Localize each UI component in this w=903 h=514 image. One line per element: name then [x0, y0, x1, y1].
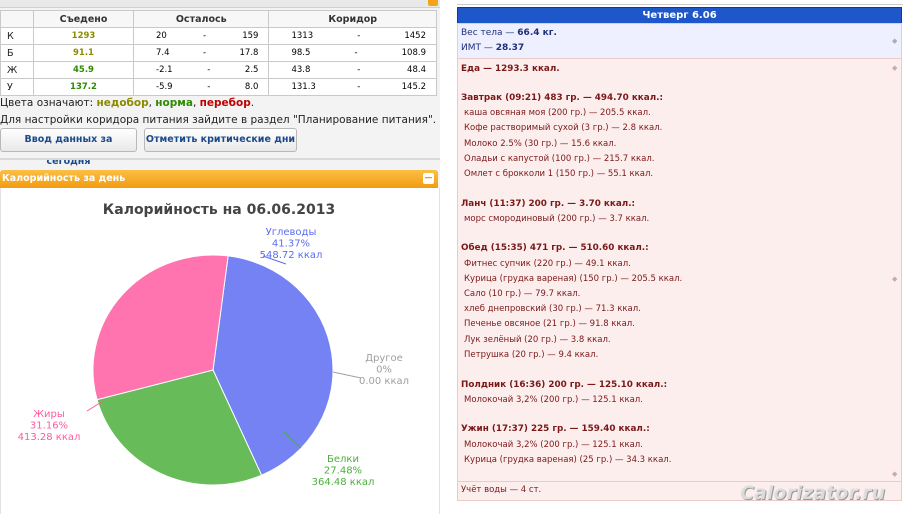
food-item: Сало (10 гр.) — 79.7 ккал.: [464, 289, 581, 300]
legend-over: перебор: [199, 97, 251, 109]
right-column: Четверг 6.06 Вес тела — 66.4 кг. ИМТ — 2…: [454, 0, 903, 514]
row-label: У: [0, 78, 34, 96]
food-item: Молоко 2.5% (30 гр.) — 15.6 ккал.: [464, 138, 617, 149]
eaten-value: 45.9: [33, 61, 134, 79]
calorie-panel-header: Калорийность за день −: [0, 170, 438, 188]
header-eaten: Съедено: [33, 10, 134, 28]
bmi-value: 28.37: [495, 43, 525, 53]
food-item: Кофе растворимый сухой (3 гр.) — 2.8 кка…: [464, 123, 663, 134]
scroll-arrow-icon[interactable]: ◆: [892, 471, 898, 478]
corridor-range: 1313-1452: [268, 27, 437, 45]
scroll-arrow-icon[interactable]: ◆: [892, 65, 898, 72]
pie-label-0-name: Углеводы: [266, 227, 317, 238]
pie-label-2-name: Белки: [327, 454, 359, 465]
food-item: Курица (грудка вареная) (150 гр.) — 205.…: [464, 273, 683, 284]
table-header-row: Съедено Осталось Коридор: [0, 10, 437, 28]
meal-title: Завтрак (09:21) 483 гр. — 494.70 ккал.:: [461, 93, 663, 103]
table-row: К 1293 20-159 1313-1452: [0, 27, 437, 45]
pie-label-3-value_label: 413.28 ккал: [18, 432, 81, 443]
left-range: 20-159: [132, 27, 270, 45]
legend-norm: норма: [155, 97, 193, 109]
corridor-range: 98.5-108.9: [268, 44, 437, 62]
divider: [0, 158, 440, 160]
food-item: Оладьи с капустой (100 гр.) — 215.7 ккал…: [464, 153, 655, 164]
eaten-value: 1293: [33, 27, 134, 45]
food-item: хлеб днепровский (30 гр.) — 71.3 ккал.: [464, 304, 641, 315]
food-item: Петрушка (20 гр.) — 9.4 ккал.: [464, 349, 599, 360]
left-range: 7.4-17.8: [132, 44, 270, 62]
corridor-range: 131.3-145.2: [268, 78, 437, 96]
meal-title: Ужин (17:37) 225 гр. — 159.40 ккал.:: [461, 424, 650, 435]
food-item: Омлет с брокколи 1 (150 гр.) — 55.1 ккал…: [464, 169, 654, 179]
food-item: Фитнес супчик (220 гр.) — 49.1 ккал.: [464, 258, 631, 269]
pie-label-0-percent_label: 41.37%: [272, 239, 310, 250]
pie-label-1-percent_label: 0%: [376, 365, 392, 376]
pie-label-2-value_label: 364.48 ккал: [312, 477, 375, 488]
nutrition-table: Съедено Осталось Коридор К 1293 20-159 1…: [0, 10, 437, 96]
body-metrics: Вес тела — 66.4 кг. ИМТ — 28.37 ◆: [457, 23, 902, 59]
top-panel-collapse[interactable]: [428, 0, 438, 6]
legend-under: недобор: [96, 97, 149, 109]
food-item: Молокочай 3,2% (200 гр.) — 125.1 ккал.: [464, 394, 643, 405]
food-item: Курица (грудка вареная) (25 гр.) — 34.3 …: [464, 454, 672, 465]
food-item: морс смородиновый (200 гр.) — 3.7 ккал.: [464, 213, 650, 224]
food-item: Печенье овсяное (21 гр.) — 91.8 ккал.: [464, 319, 635, 330]
row-label: Ж: [0, 61, 34, 79]
pie-chart: Калорийность на 06.06.2013 Углеводы41.37…: [18, 202, 409, 488]
pie-label-2-percent_label: 27.48%: [324, 466, 362, 477]
collapse-icon[interactable]: −: [423, 172, 434, 184]
corridor-range: 43.8-48.4: [268, 61, 437, 79]
top-line: [457, 0, 903, 5]
color-legend: Цвета означают: недобор, норма, перебор.: [0, 97, 255, 109]
day-header: Четверг 6.06: [457, 7, 902, 24]
header-left: Осталось: [132, 10, 270, 28]
pie-label-0-value_label: 548.72 ккал: [260, 250, 323, 261]
food-item: Молокочай 3,2% (200 гр.) — 125.1 ккал.: [464, 439, 643, 450]
food-item: Лук зелёный (20 гр.) — 3.8 ккал.: [464, 334, 611, 345]
bmi-line: ИМТ — 28.37: [461, 43, 525, 53]
top-panel-bar: [0, 0, 440, 8]
left-range: -5.9-8.0: [132, 78, 270, 96]
calorie-panel-body: Калорийность на 06.06.2013 Углеводы 41.37…: [0, 188, 440, 514]
pie-label-3-percent_label: 31.16%: [30, 421, 68, 432]
food-log: Еда — 1293.3 ккал. ◆ ◆ ◆ Завтрак (09:21)…: [457, 58, 902, 482]
table-row: Б 91.1 7.4-17.8 98.5-108.9: [0, 44, 437, 62]
enter-today-button[interactable]: Ввод данных за сегодня: [0, 128, 137, 167]
left-range: -2.1-2.5: [132, 61, 270, 79]
panel-title: Калорийность за день: [2, 173, 126, 184]
corridor-hint: Для настройки коридора питания зайдите в…: [0, 114, 437, 126]
header-empty: [0, 10, 34, 28]
row-label: Б: [0, 44, 34, 62]
food-total: Еда — 1293.3 ккал.: [461, 64, 560, 74]
table-row: У 137.2 -5.9-8.0 131.3-145.2: [0, 78, 437, 96]
eaten-value: 137.2: [33, 78, 134, 96]
pie-label-1-name: Другое: [365, 353, 403, 364]
table-row: Ж 45.9 -2.1-2.5 43.8-48.4: [0, 61, 437, 79]
row-label: К: [0, 27, 34, 45]
eaten-value: 91.1: [33, 44, 134, 62]
meal-title: Обед (15:35) 471 гр. — 510.60 ккал.:: [461, 243, 649, 254]
mark-critical-days-button[interactable]: Отметить критические дни: [144, 128, 297, 152]
meal-title: Ланч (11:37) 200 гр. — 3.70 ккал.:: [461, 198, 636, 209]
left-column: Съедено Осталось Коридор К 1293 20-159 1…: [0, 0, 440, 514]
food-item: каша овсяная моя (200 гр.) — 205.5 ккал.: [464, 108, 651, 119]
weight-value: 66.4 кг.: [517, 28, 557, 38]
chart-title: Калорийность на 06.06.2013: [103, 202, 335, 218]
header-corridor: Коридор: [268, 10, 437, 28]
meal-title: Полдник (16:36) 200 гр. — 125.10 ккал.:: [461, 379, 668, 390]
pie-label-1-value_label: 0.00 ккал: [359, 376, 409, 387]
watermark-logo: Calorizator.ru: [740, 482, 886, 504]
scroll-arrow-icon[interactable]: ◆: [892, 38, 898, 45]
scroll-arrow-icon[interactable]: ◆: [892, 276, 898, 283]
pie-label-3-name: Жиры: [33, 409, 65, 420]
weight-line: Вес тела — 66.4 кг.: [461, 28, 557, 38]
pie-leader-line: [332, 371, 362, 379]
